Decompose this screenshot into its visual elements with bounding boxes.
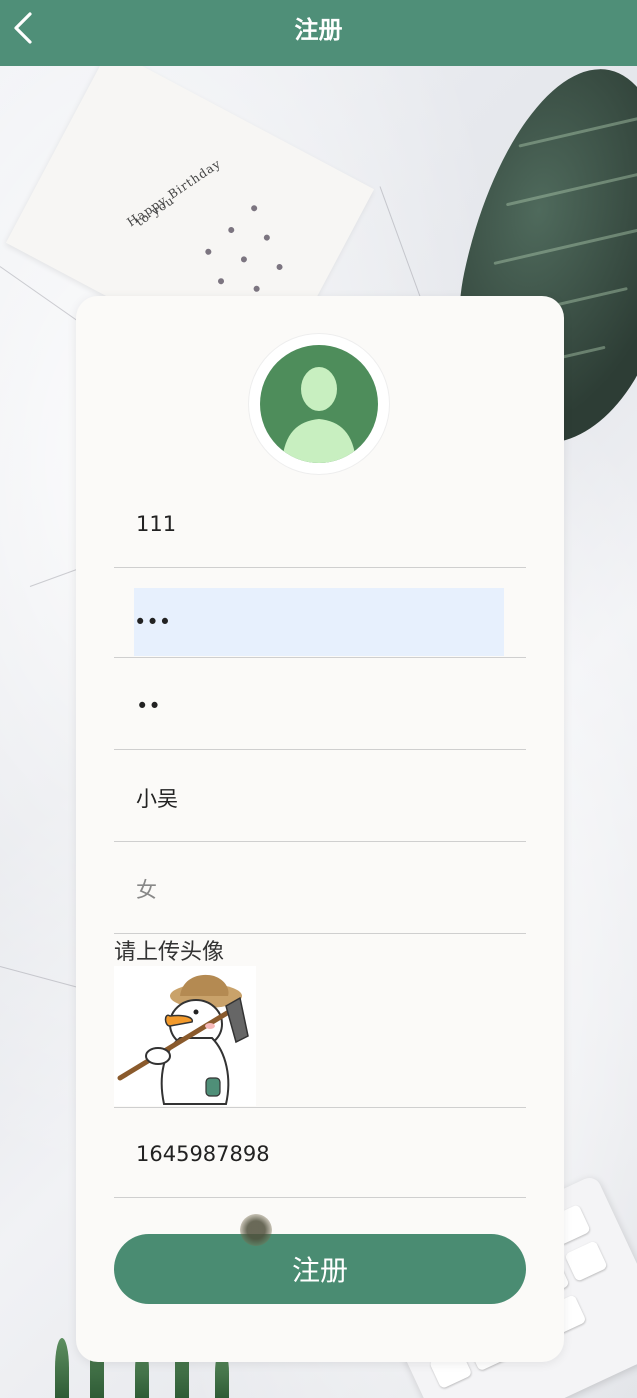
confirm-password-input[interactable]	[136, 682, 504, 730]
password-input[interactable]	[134, 588, 504, 656]
nickname-input[interactable]	[136, 774, 504, 822]
register-card: 请上传头像	[76, 296, 564, 1362]
avatar-frame[interactable]	[249, 334, 389, 474]
touch-indicator	[240, 1214, 272, 1246]
app-header: 注册	[0, 0, 637, 66]
nickname-field	[114, 752, 526, 842]
phone-field	[114, 1108, 526, 1198]
avatar-upload-field	[114, 966, 526, 1108]
gender-input[interactable]	[136, 866, 504, 914]
username-field	[114, 478, 526, 568]
duck-sticker-image	[117, 974, 249, 1105]
page-title: 注册	[294, 16, 343, 44]
avatar-upload-thumbnail[interactable]	[114, 966, 256, 1106]
password-field	[114, 568, 526, 658]
confirm-password-field	[114, 660, 526, 750]
user-silhouette-icon	[260, 345, 378, 463]
username-input[interactable]	[136, 500, 504, 548]
register-button[interactable]: 注册	[114, 1234, 526, 1304]
phone-input[interactable]	[136, 1130, 504, 1178]
upload-avatar-label: 请上传头像	[114, 940, 225, 965]
gender-field	[114, 844, 526, 934]
